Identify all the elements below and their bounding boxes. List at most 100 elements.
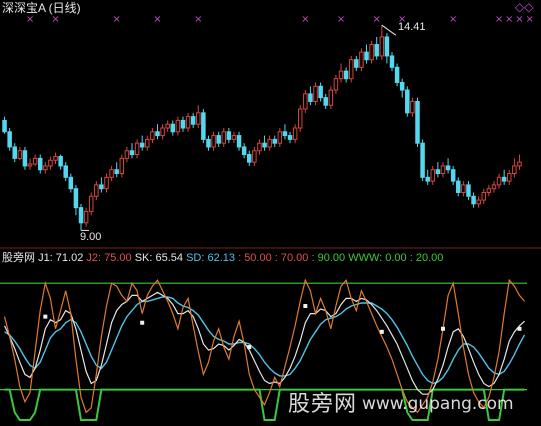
signal-marker: × bbox=[495, 14, 503, 25]
candle-body bbox=[425, 176, 430, 182]
candle-body bbox=[104, 176, 109, 190]
candle-body bbox=[32, 157, 38, 165]
candle-body bbox=[282, 131, 288, 137]
candle-body bbox=[415, 100, 420, 144]
diamond-icon[interactable]: ◇◇ bbox=[515, 0, 533, 14]
chart-canvas: × × × × × × × × × × × × × × bbox=[0, 14, 541, 421]
candle-body bbox=[394, 66, 400, 83]
candle-body bbox=[247, 154, 252, 163]
candle-body bbox=[364, 51, 369, 61]
candle-body bbox=[369, 44, 374, 61]
j-marker bbox=[440, 326, 445, 331]
signal-marker: × bbox=[26, 14, 34, 25]
legend-name: 股旁网 bbox=[2, 252, 39, 264]
candle-body bbox=[384, 36, 390, 57]
legend-sd: SD: 62.13 bbox=[186, 252, 239, 264]
candle-body bbox=[114, 169, 119, 175]
candle-body bbox=[287, 135, 293, 140]
candle-body bbox=[348, 59, 354, 80]
candle-body bbox=[430, 169, 436, 182]
candle-body bbox=[420, 142, 425, 178]
candle-body bbox=[359, 51, 364, 68]
signal-marker: × bbox=[153, 14, 161, 25]
candle-body bbox=[175, 119, 181, 133]
candle-body bbox=[22, 150, 28, 167]
candle-body bbox=[461, 184, 466, 193]
legend-j2: J2: 75.00 bbox=[86, 252, 135, 264]
candle-body bbox=[517, 161, 522, 167]
j-marker bbox=[140, 320, 145, 325]
candle-body bbox=[196, 112, 201, 125]
signal-marker: × bbox=[337, 14, 345, 25]
legend-l90: : 90.00 bbox=[311, 252, 349, 264]
low-price-label: 9.00 bbox=[80, 231, 102, 243]
candle-body bbox=[236, 135, 242, 148]
signal-marker: × bbox=[113, 14, 121, 25]
candle-body bbox=[389, 55, 395, 68]
candle-body bbox=[333, 78, 339, 91]
candle-body bbox=[354, 59, 359, 68]
candle-body bbox=[440, 165, 446, 175]
legend-l50: : 50.00 bbox=[238, 252, 275, 264]
indicator-legend: 股旁网 J1: 71.02 J2: 75.00 SK: 65.54 SD: 62… bbox=[2, 251, 443, 265]
signal-marker: × bbox=[449, 14, 457, 25]
sd-line bbox=[4, 296, 526, 385]
candle-body bbox=[2, 119, 7, 133]
candle-body bbox=[94, 184, 99, 197]
candle-body bbox=[99, 184, 104, 190]
candle-body bbox=[7, 131, 12, 148]
candle-body bbox=[405, 89, 410, 114]
candle-body bbox=[399, 81, 405, 91]
candle-body bbox=[165, 123, 170, 129]
candle-body bbox=[221, 131, 227, 144]
candle-body bbox=[211, 135, 216, 148]
candle-body bbox=[481, 191, 487, 201]
signal-marker: × bbox=[373, 14, 381, 25]
candle-body bbox=[190, 116, 196, 125]
candle-body bbox=[53, 155, 58, 161]
candle-body bbox=[292, 127, 298, 140]
candle-body bbox=[241, 146, 247, 156]
candle-body bbox=[313, 85, 318, 102]
chart-title: 深深宝A (日线) bbox=[2, 1, 81, 15]
candle-body bbox=[486, 188, 492, 193]
candle-body bbox=[303, 93, 308, 110]
watermark-name: 股旁网 bbox=[288, 392, 358, 417]
candle-body bbox=[272, 138, 277, 144]
candle-body bbox=[37, 157, 43, 171]
candle-body bbox=[12, 146, 17, 159]
candle-body bbox=[262, 142, 267, 148]
candle-body bbox=[252, 150, 257, 163]
high-price-label: 14.41 bbox=[398, 21, 426, 33]
candle-body bbox=[328, 89, 334, 106]
candle-body bbox=[496, 176, 502, 186]
candle-body bbox=[139, 142, 145, 148]
candle-body bbox=[83, 210, 89, 224]
candle-body bbox=[63, 165, 68, 178]
candle-body bbox=[410, 100, 415, 114]
candle-body bbox=[466, 184, 471, 197]
candle-body bbox=[450, 169, 456, 182]
j-marker bbox=[517, 326, 522, 331]
candle-body bbox=[206, 138, 211, 148]
candle-body bbox=[297, 108, 303, 129]
candle-body bbox=[456, 180, 461, 193]
candle-body bbox=[129, 150, 135, 156]
candle-body bbox=[43, 165, 48, 171]
candle-body bbox=[226, 131, 232, 140]
signal-marker: × bbox=[301, 14, 309, 25]
candle-body bbox=[185, 116, 191, 129]
candle-body bbox=[73, 188, 79, 209]
legend-j1: J1: 71.02 bbox=[38, 252, 87, 264]
candle-body bbox=[445, 165, 451, 171]
candle-body bbox=[155, 131, 160, 137]
legend-www: WWW: 0.00 bbox=[348, 252, 410, 264]
candle-body bbox=[231, 135, 237, 140]
j-marker bbox=[247, 345, 252, 350]
candle-body bbox=[109, 169, 114, 178]
candle-body bbox=[48, 159, 53, 167]
candle-body bbox=[216, 135, 221, 144]
legend-l70: : 70.00 bbox=[274, 252, 312, 264]
candle-body bbox=[134, 142, 140, 156]
candle-body bbox=[323, 97, 328, 106]
